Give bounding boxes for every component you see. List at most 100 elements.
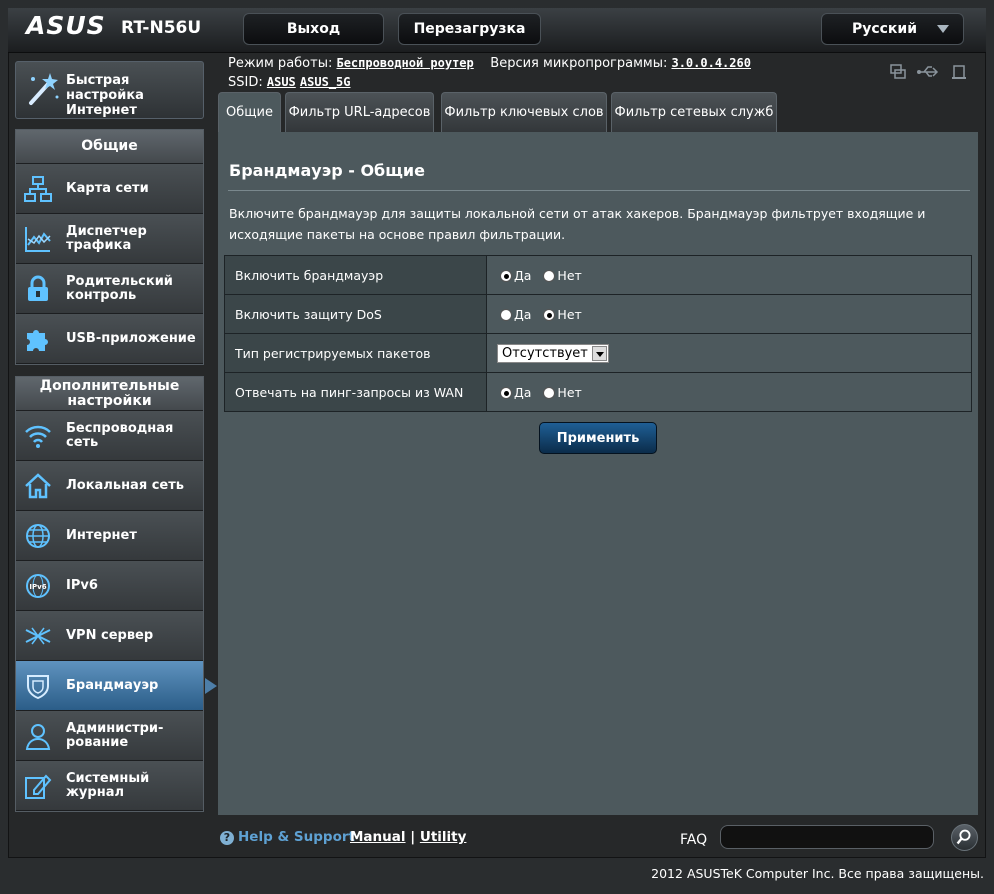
row-value: Да Нет [486,372,972,412]
lock-icon [28,275,48,301]
help-icon: ? [220,831,234,845]
dos-protection-yes-radio[interactable] [500,308,512,321]
sidebar-item-label: Системный журнал [66,770,150,800]
sidebar-item-label: Родительский контроль [66,273,173,303]
row-label: Отвечать на пинг-запросы из WAN [224,372,487,412]
sidebar-item-label: Карта сети [66,180,149,196]
wan-ping-no-radio[interactable] [543,386,556,399]
copyright-text: 2012 ASUSTeK Computer Inc. Все права защ… [651,866,984,881]
quick-internet-setup-button[interactable]: Быстрая настройка Интернет [15,61,204,119]
printer-icon[interactable] [952,65,966,79]
table-row: Включить защиту DoS Да Нет [224,294,972,334]
language-label: Русский [851,21,918,37]
sidebar-item-internet[interactable]: Интернет [16,511,203,561]
active-indicator [205,678,217,694]
sidebar-item-label: Администри-рование [66,720,164,750]
ssid-5g-link[interactable]: ASUS_5G [300,75,351,89]
table-row: Тип регистрируемых пакетов Отсутствует [224,333,972,373]
faq-label: FAQ [680,832,708,848]
sidebar-item-firewall[interactable]: Брандмауэр [16,661,217,711]
radio-label: Нет [557,268,582,283]
radio-label: Да [514,307,532,322]
radio-label: Да [514,385,532,400]
firewall-enable-yes-radio[interactable] [500,269,512,282]
row-value: Да Нет [486,294,972,334]
ssid-label: SSID: [228,75,263,90]
sidebar-item-wireless[interactable]: Беспроводная сеть [16,411,203,461]
firmware-value-link[interactable]: 3.0.0.4.260 [671,56,750,70]
status-line-mode: Режим работы: Беспроводной роутер Версия… [228,56,751,71]
ipv6-globe-icon: IPv6 [26,574,50,598]
faq-search-input[interactable] [720,825,934,849]
general-nav: Общие Карта сети Диспетчер трафика Родит… [15,129,204,365]
sidebar-item-administration[interactable]: Администри-рование [16,711,203,761]
sidebar-item-traffic-manager[interactable]: Диспетчер трафика [16,214,203,264]
network-map-icon [24,176,52,202]
sidebar-item-lan[interactable]: Локальная сеть [16,461,203,511]
mode-label: Режим работы: [228,56,333,71]
admin-user-icon [25,724,51,750]
sidebar-item-vpn[interactable]: VPN сервер [16,611,203,661]
sidebar-item-label: IPv6 [66,577,98,593]
vpn-icon [25,627,51,645]
status-icons [890,64,966,79]
usb-icon[interactable] [917,66,939,77]
search-icon[interactable] [951,824,978,851]
svg-text:IPv6: IPv6 [29,583,46,591]
tab-general[interactable]: Общие [218,92,281,132]
firewall-settings-table: Включить брандмауэр Да Нет Включить защи… [224,255,972,412]
logged-packets-type-select[interactable]: Отсутствует [497,343,609,363]
mode-value-link[interactable]: Беспроводной роутер [336,56,473,70]
ssid-link[interactable]: ASUS [267,75,296,89]
tab-network-services-filter[interactable]: Фильтр сетевых служб [611,92,777,132]
apply-button[interactable]: Применить [539,422,657,454]
traffic-chart-icon [25,227,51,252]
sidebar-item-label: Беспроводная сеть [66,420,174,450]
firewall-enable-no-radio[interactable] [543,269,556,282]
advanced-nav-title: Дополнительные настройки [16,377,203,411]
sidebar-item-label: Брандмауэр [66,677,159,693]
wan-ping-yes-radio[interactable] [500,386,512,399]
puzzle-icon [27,330,48,351]
advanced-nav: Дополнительные настройки Беспроводная се… [15,376,217,812]
shield-icon [27,675,49,700]
radio-label: Да [514,268,532,283]
globe-icon [26,524,50,548]
quick-setup-label: Быстрая настройка Интернет [66,73,144,118]
row-label: Тип регистрируемых пакетов [224,333,487,373]
chevron-down-icon [591,345,607,361]
manual-link[interactable]: Manual [350,829,406,845]
sidebar-item-label: Локальная сеть [66,477,184,493]
sidebar-item-label: Интернет [66,527,137,543]
utility-link[interactable]: Utility [420,829,467,845]
client-status-icon[interactable] [890,64,906,79]
table-row: Отвечать на пинг-запросы из WAN Да Нет [224,372,972,412]
help-label: Help & Support [238,829,355,845]
tab-url-filter[interactable]: Фильтр URL-адресов [285,92,434,132]
reboot-button[interactable]: Перезагрузка [398,13,541,45]
tab-keyword-filter[interactable]: Фильтр ключевых слов [441,92,607,132]
sidebar-item-usb-app[interactable]: USB-приложение [16,314,203,364]
sidebar-item-system-log[interactable]: Системный журнал [16,761,203,811]
title-divider [228,190,970,191]
magic-wand-icon [29,73,59,105]
chevron-down-icon [937,25,949,33]
row-label: Включить брандмауэр [224,255,487,295]
language-select[interactable]: Русский [821,13,964,45]
sidebar-item-label: Диспетчер трафика [66,223,147,253]
sidebar-item-network-map[interactable]: Карта сети [16,164,203,214]
sidebar-item-label: VPN сервер [66,627,154,643]
page-title: Брандмауэр - Общие [229,161,425,180]
link-separator: | [410,829,416,845]
page-description: Включите брандмауэр для защиты локальной… [229,206,926,242]
dos-protection-no-radio[interactable] [543,308,556,321]
row-value: Да Нет [486,255,972,295]
radio-label: Нет [557,307,582,322]
row-label: Включить защиту DoS [224,294,487,334]
logout-button[interactable]: Выход [243,13,384,45]
sidebar-item-ipv6[interactable]: IPv6 IPv6 [16,561,203,611]
sidebar-item-parental-control[interactable]: Родительский контроль [16,264,203,314]
select-value: Отсутствует [502,345,588,361]
radio-label: Нет [557,385,582,400]
help-support-link[interactable]: ? Help & Support [220,829,355,845]
